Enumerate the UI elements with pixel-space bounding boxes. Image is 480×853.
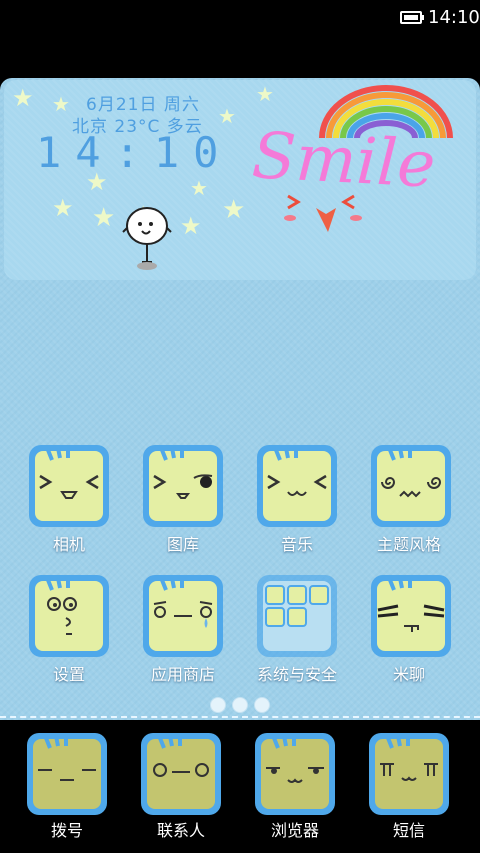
- settings-face-icon[interactable]: [26, 572, 112, 660]
- dock-label-browser[interactable]: 浏览器: [240, 821, 350, 841]
- star-decoration: ★: [52, 92, 70, 116]
- app-label-settings[interactable]: 设置: [14, 665, 124, 685]
- star-decoration: ★: [92, 203, 116, 233]
- dock-label-contacts[interactable]: 联系人: [126, 821, 236, 841]
- status-time: 14:10: [428, 7, 480, 28]
- app-label-gallery[interactable]: 图库: [128, 535, 238, 555]
- app-label-music[interactable]: 音乐: [242, 535, 352, 555]
- phone-face-icon[interactable]: [24, 730, 110, 818]
- app-label-theme[interactable]: 主题风格: [354, 535, 464, 555]
- app-label-camera[interactable]: 相机: [14, 535, 124, 555]
- status-bar: 14:10: [0, 0, 480, 36]
- camera-face-icon[interactable]: [26, 442, 112, 530]
- star-decoration: ★: [52, 194, 74, 222]
- battery-icon: [400, 11, 422, 24]
- music-face-icon[interactable]: [254, 442, 340, 530]
- browser-face-icon[interactable]: [252, 730, 338, 818]
- app-label-michat[interactable]: 米聊: [354, 665, 464, 685]
- theme-face-icon[interactable]: [368, 442, 454, 530]
- dock-label-phone[interactable]: 拨号: [12, 821, 122, 841]
- page-dot[interactable]: [254, 697, 270, 713]
- star-decoration: ★: [180, 212, 202, 240]
- page-indicator[interactable]: [210, 697, 270, 713]
- star-decoration: ★: [222, 195, 246, 225]
- dock-label-sms[interactable]: 短信: [354, 821, 464, 841]
- stitch-divider: [0, 716, 480, 718]
- app-label-app-store[interactable]: 应用商店: [128, 665, 238, 685]
- page-dot[interactable]: [232, 697, 248, 713]
- michat-face-icon[interactable]: [368, 572, 454, 660]
- star-decoration: ★: [256, 82, 274, 106]
- battery-tip: [422, 15, 424, 20]
- widget-clock: 14:10: [36, 128, 233, 177]
- star-decoration: ★: [218, 104, 236, 128]
- contacts-face-icon[interactable]: [138, 730, 224, 818]
- star-decoration: ★: [190, 176, 208, 200]
- app-label-system[interactable]: 系统与安全: [242, 665, 352, 685]
- sms-face-icon[interactable]: [366, 730, 452, 818]
- cartoon-character-icon: [122, 207, 172, 270]
- star-decoration: ★: [12, 84, 34, 112]
- gallery-face-icon[interactable]: [140, 442, 226, 530]
- system-folder-icon[interactable]: [254, 572, 340, 660]
- page-dot[interactable]: [210, 697, 226, 713]
- app-store-face-icon[interactable]: [140, 572, 226, 660]
- smiley-face-icon: [284, 194, 362, 232]
